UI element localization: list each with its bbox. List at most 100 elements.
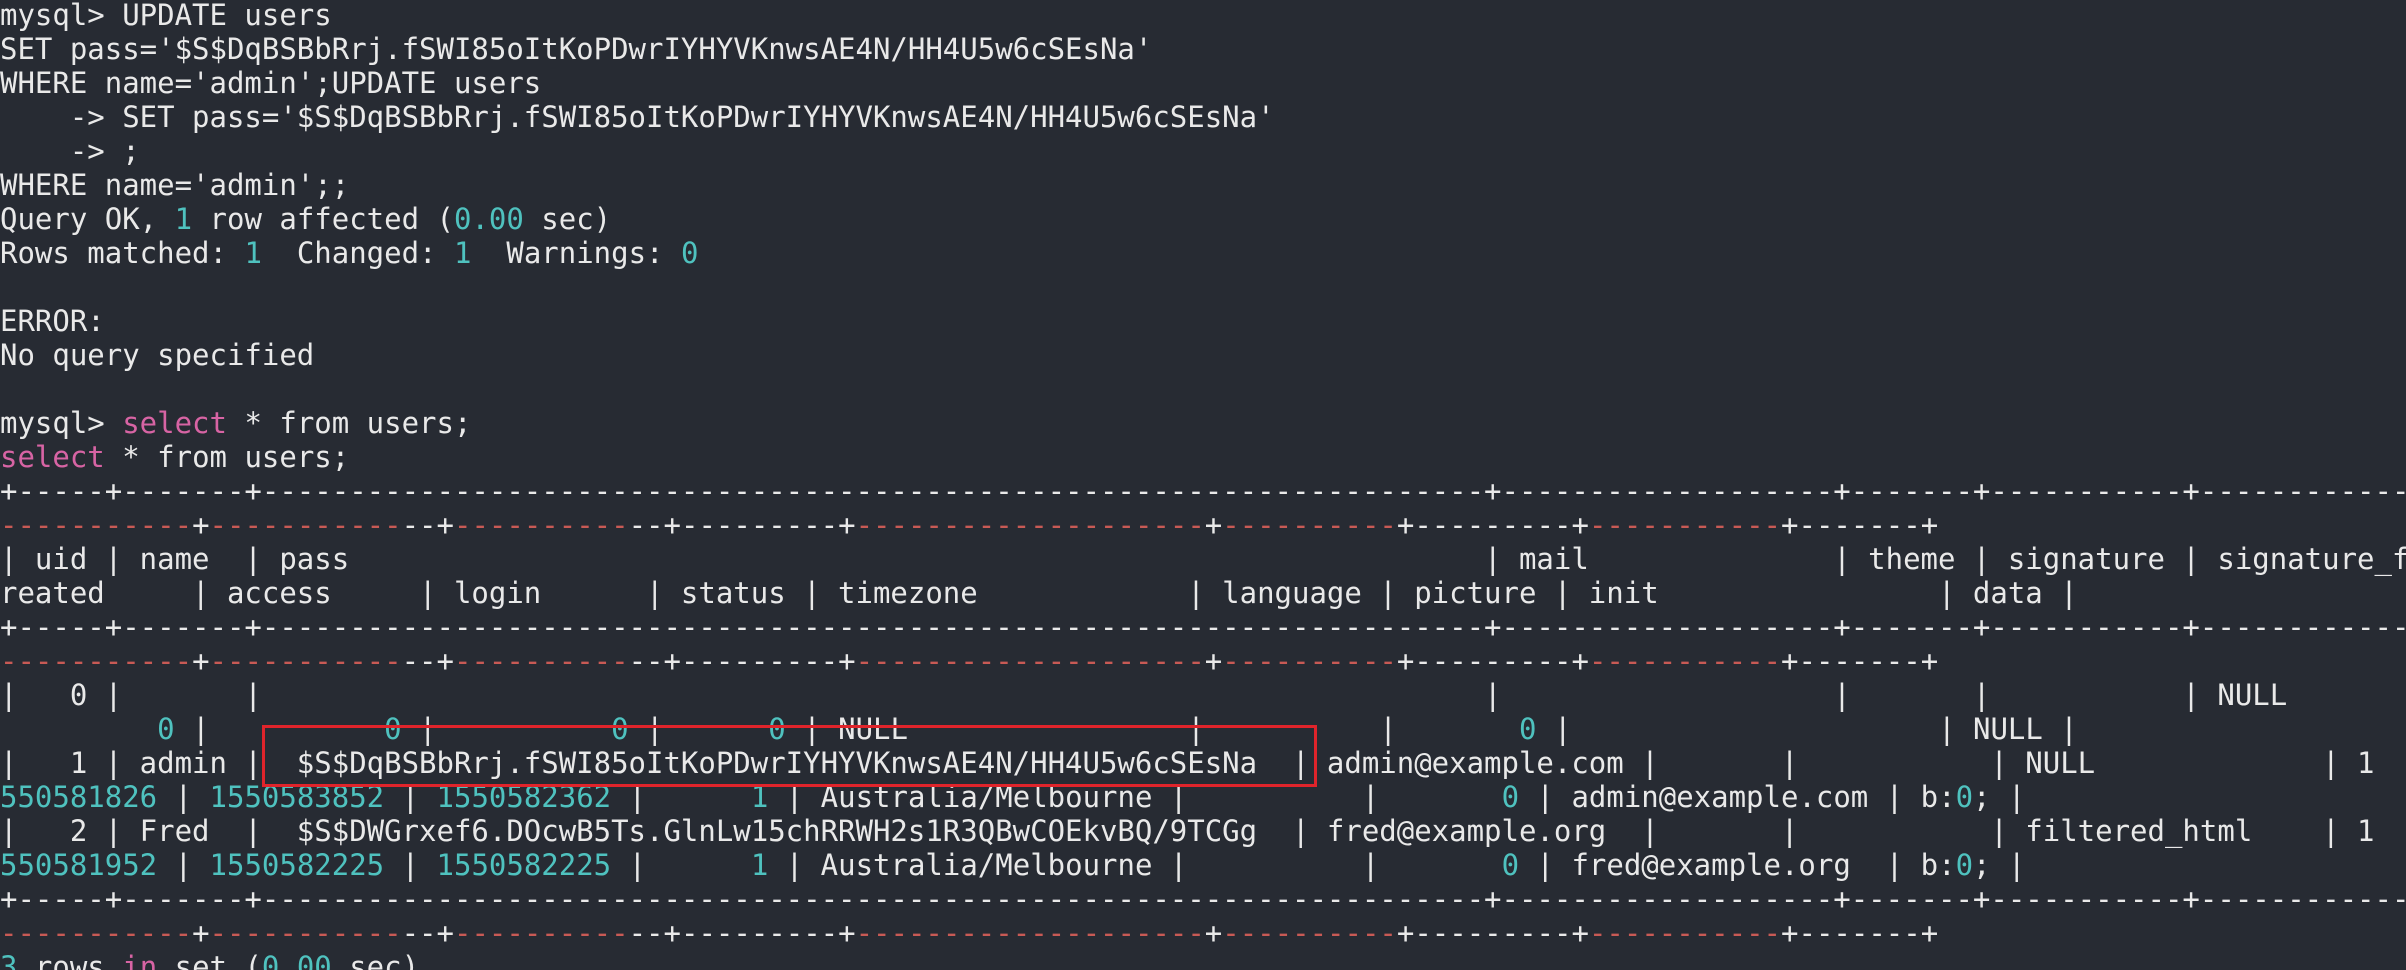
terminal-text: | admin@example.com | b: [1519, 780, 1956, 814]
terminal-text: + [192, 508, 210, 542]
terminal-text: +-----+-------+-------------------------… [0, 474, 2406, 508]
terminal-text: SET pass='$S$DqBSBbRrj.fSWI85oItKoPDwrIY… [0, 32, 1153, 66]
terminal-text: --+ [401, 916, 454, 950]
terminal-text: 1550582225 [209, 848, 385, 882]
terminal-line: select * from users; [0, 440, 349, 474]
terminal-text: --------- [680, 916, 839, 950]
terminal-text: Rows matched: [0, 236, 245, 270]
terminal-text: + [1204, 644, 1223, 678]
terminal-text: select [122, 406, 227, 440]
terminal-text: --+ [401, 644, 454, 678]
highlight-box [262, 725, 1317, 787]
terminal-line: +-----+-------+-------------------------… [0, 474, 2406, 508]
terminal-text: + [1920, 916, 1939, 950]
terminal-text: ---------- [1222, 508, 1397, 542]
terminal-text: 1 [244, 236, 262, 270]
terminal-text: ------- [1798, 644, 1921, 678]
terminal-line: -> SET pass='$S$DqBSBbRrj.fSWI85oItKoPDw… [0, 100, 1275, 134]
terminal-text: mysql> [0, 406, 123, 440]
terminal-line: -> ; [0, 134, 140, 168]
terminal-text: Changed: [261, 236, 454, 270]
terminal-text: 0 [680, 236, 699, 270]
terminal-text: 0 [1501, 780, 1520, 814]
terminal-text: +-----+-------+-------------------------… [0, 882, 2406, 916]
terminal-text: 0 [1501, 848, 1520, 882]
terminal-text: ----------- [1588, 916, 1782, 950]
terminal-text: sec) [331, 950, 420, 970]
terminal-text: mysql> UPDATE users [0, 0, 332, 32]
terminal-text: + [838, 644, 856, 678]
terminal-text: 550581952 [0, 848, 158, 882]
terminal-text: ------- [1798, 916, 1921, 950]
terminal-text: + [1781, 508, 1799, 542]
terminal-text: --------- [1414, 508, 1572, 542]
terminal-line: SET pass='$S$DqBSBbRrj.fSWI85oItKoPDwrIY… [0, 32, 1152, 66]
terminal-text: | [384, 848, 437, 882]
terminal-text: ----------- [209, 916, 402, 950]
terminal-text: + [1920, 508, 1939, 542]
terminal-text: + [1396, 508, 1415, 542]
terminal-text: + [838, 916, 856, 950]
terminal-text: | uid | name | pass | mail | theme | sig… [0, 542, 2406, 576]
terminal-text: No query specified [0, 338, 315, 372]
terminal-text: | [611, 848, 751, 882]
terminal-text: + [1571, 508, 1589, 542]
terminal-text: + [1571, 916, 1589, 950]
terminal-text: ---------- [453, 508, 629, 542]
terminal-text: row affected ( [192, 202, 454, 236]
terminal-text: | [157, 848, 210, 882]
terminal-text: --------- [680, 508, 839, 542]
terminal-line: WHERE name='admin';UPDATE users [0, 66, 541, 100]
terminal-text: + [1920, 644, 1939, 678]
terminal-text: ; | [1973, 780, 2026, 814]
terminal-text: -------------------- [855, 508, 1205, 542]
terminal-text: | fred@example.org | b: [1519, 848, 1956, 882]
terminal-text: | 0 | | | | | | NULL | [0, 678, 2406, 712]
terminal-text: reated | access | login | status | timez… [0, 576, 2078, 610]
terminal-text: --------- [1414, 916, 1572, 950]
terminal-text: 1 [453, 236, 472, 270]
terminal-text: ---------- [453, 916, 629, 950]
terminal-text: 550581826 [0, 780, 158, 814]
terminal-text: 0.00 [453, 202, 524, 236]
terminal-text: 0.00 [261, 950, 332, 970]
terminal-text: --+ [628, 508, 681, 542]
terminal-line: -----------+-------------+------------+-… [0, 508, 1938, 542]
terminal-text: 3 [0, 950, 18, 970]
terminal-text: ----------- [0, 916, 193, 950]
terminal-text: ----------- [1588, 508, 1782, 542]
terminal-text: ----------- [209, 644, 402, 678]
terminal-text: ---------- [453, 644, 629, 678]
terminal-text: rows [17, 950, 123, 970]
terminal-text: ; | [1973, 848, 2026, 882]
terminal-text: + [838, 508, 856, 542]
terminal-text: WHERE name='admin';UPDATE users [0, 66, 542, 100]
terminal-text: set ( [157, 950, 262, 970]
terminal-text: ----------- [0, 508, 193, 542]
terminal-text: 1 [174, 202, 193, 236]
terminal-text: + [1396, 916, 1415, 950]
terminal-text: + [1781, 916, 1799, 950]
terminal-text: +-----+-------+-------------------------… [0, 610, 2406, 644]
terminal-line: +-----+-------+-------------------------… [0, 882, 2406, 916]
terminal-line: mysql> select * from users; [0, 406, 471, 440]
terminal-line: WHERE name='admin';; [0, 168, 349, 202]
terminal-line: ERROR: [0, 304, 105, 338]
terminal-text: 0 [157, 712, 175, 746]
terminal-window[interactable]: mysql> UPDATE users SET pass='$S$DqBSBbRr… [0, 0, 2406, 970]
terminal-text: 0 [1955, 848, 1974, 882]
terminal-text: ERROR: [0, 304, 105, 338]
terminal-text: | [157, 780, 210, 814]
terminal-text: | | NULL | [1536, 712, 2078, 746]
terminal-text: 0 [1519, 712, 1537, 746]
terminal-text: -------------------- [855, 644, 1205, 678]
terminal-line: Rows matched: 1 Changed: 1 Warnings: 0 [0, 236, 698, 270]
terminal-text: 0 [1955, 780, 1974, 814]
terminal-line: -----------+-------------+------------+-… [0, 916, 1938, 950]
terminal-text: ----------- [0, 644, 193, 678]
terminal-text: | 2 | Fred | $S$DWGrxef6.DOcwB5Ts.GlnLw1… [0, 814, 2375, 848]
terminal-line: +-----+-------+-------------------------… [0, 610, 2406, 644]
terminal-text: * from users; [104, 440, 350, 474]
terminal-line: | uid | name | pass | mail | theme | sig… [0, 542, 2406, 576]
terminal-text: -> ; [0, 134, 140, 168]
